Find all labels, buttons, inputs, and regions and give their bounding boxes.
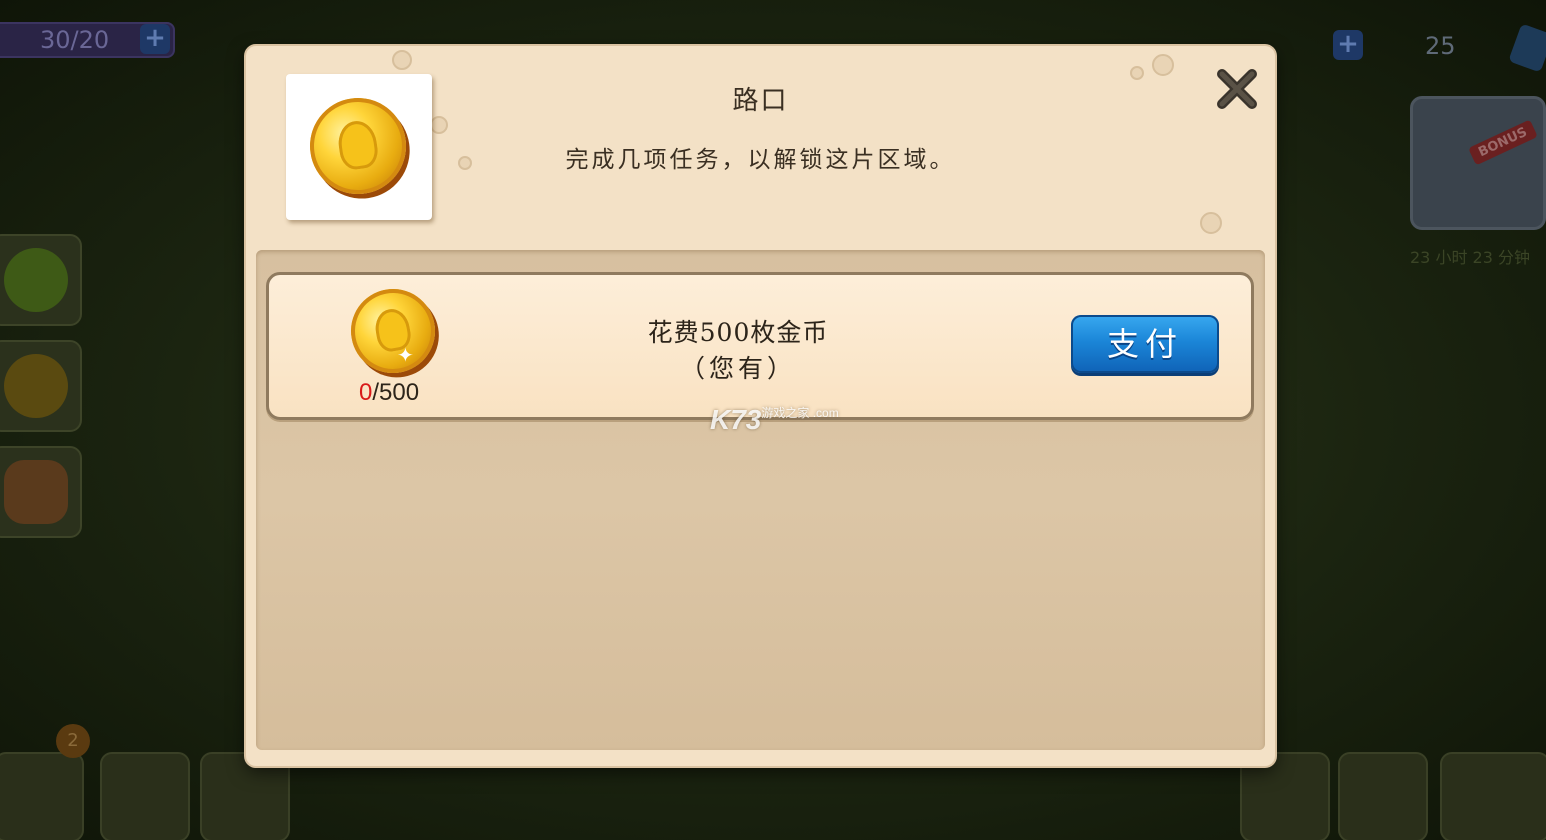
watermark-logo: K73游戏之家 .com [710,404,839,436]
treasure-chest-button[interactable] [1440,752,1546,840]
bonus-card[interactable]: BONUS [1410,96,1546,230]
coin-button[interactable] [0,340,82,432]
dialog-description: 完成几项任务，以解锁这片区域。 [565,147,956,173]
bubble-decoration [392,50,412,70]
energy-value: 30/20 [40,26,110,54]
bubble-decoration [1152,54,1174,76]
bonus-timer: 23 小时 23 分钟 [1410,248,1530,267]
pay-button[interactable]: 支付 [1071,315,1219,373]
energy-add-button[interactable]: + [140,24,170,54]
bonus-tag: BONUS [1468,119,1538,166]
bubble-decoration [1200,212,1222,234]
market-button[interactable] [0,752,84,840]
bubble-decoration [430,116,448,134]
fox-icon [4,460,68,524]
gem-count: 25 [1425,32,1456,60]
gem-add-button[interactable]: + [1333,30,1363,60]
animals-button[interactable] [1338,752,1428,840]
bubble-decoration [1130,66,1144,80]
close-button[interactable] [1214,66,1260,112]
move-tool-button[interactable] [100,752,190,840]
notify-badge: 2 [56,724,90,758]
coin-cost-row: ✦ 0/500 花费500枚金币 （您有） 支付 [266,272,1254,420]
watermark-text: K73 [710,404,762,435]
dialog-title: 路口 [732,86,789,116]
watermark-sub: 游戏之家 .com [761,406,839,420]
coin-icon [4,354,68,418]
tasks-panel: ✦ 0/500 花费500枚金币 （您有） 支付 [256,250,1265,750]
gem-icon [1508,23,1546,73]
close-x-icon [1217,69,1257,109]
apple-icon [4,248,68,312]
apple-button[interactable] [0,234,82,326]
fox-button[interactable] [0,446,82,538]
